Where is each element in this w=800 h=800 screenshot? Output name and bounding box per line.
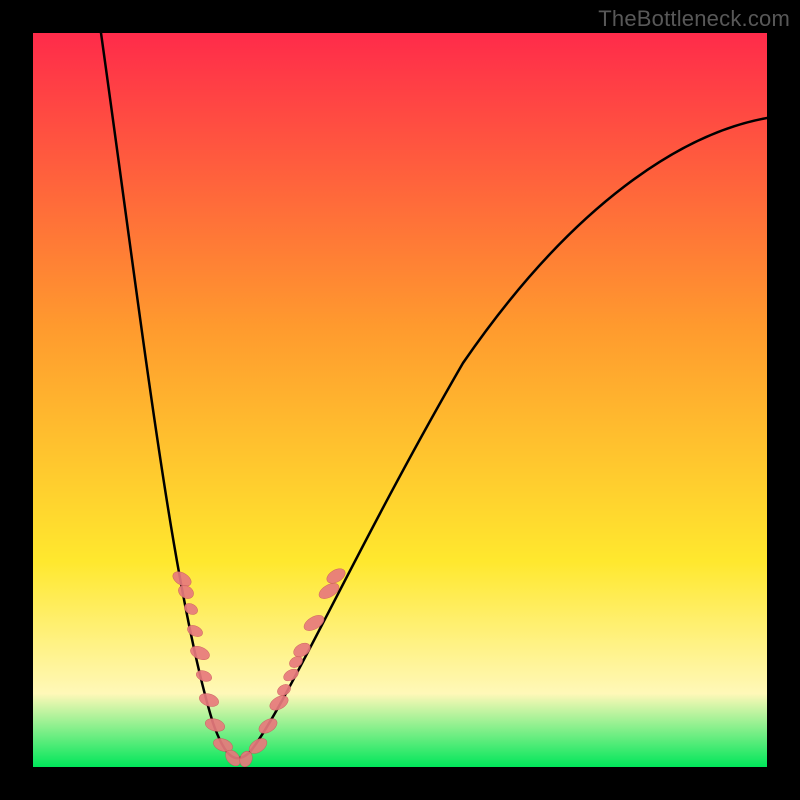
plot-svg [33, 33, 767, 767]
plot-area [33, 33, 767, 767]
watermark-text: TheBottleneck.com [598, 6, 790, 32]
chart-frame: TheBottleneck.com [0, 0, 800, 800]
plot-background [33, 33, 767, 767]
